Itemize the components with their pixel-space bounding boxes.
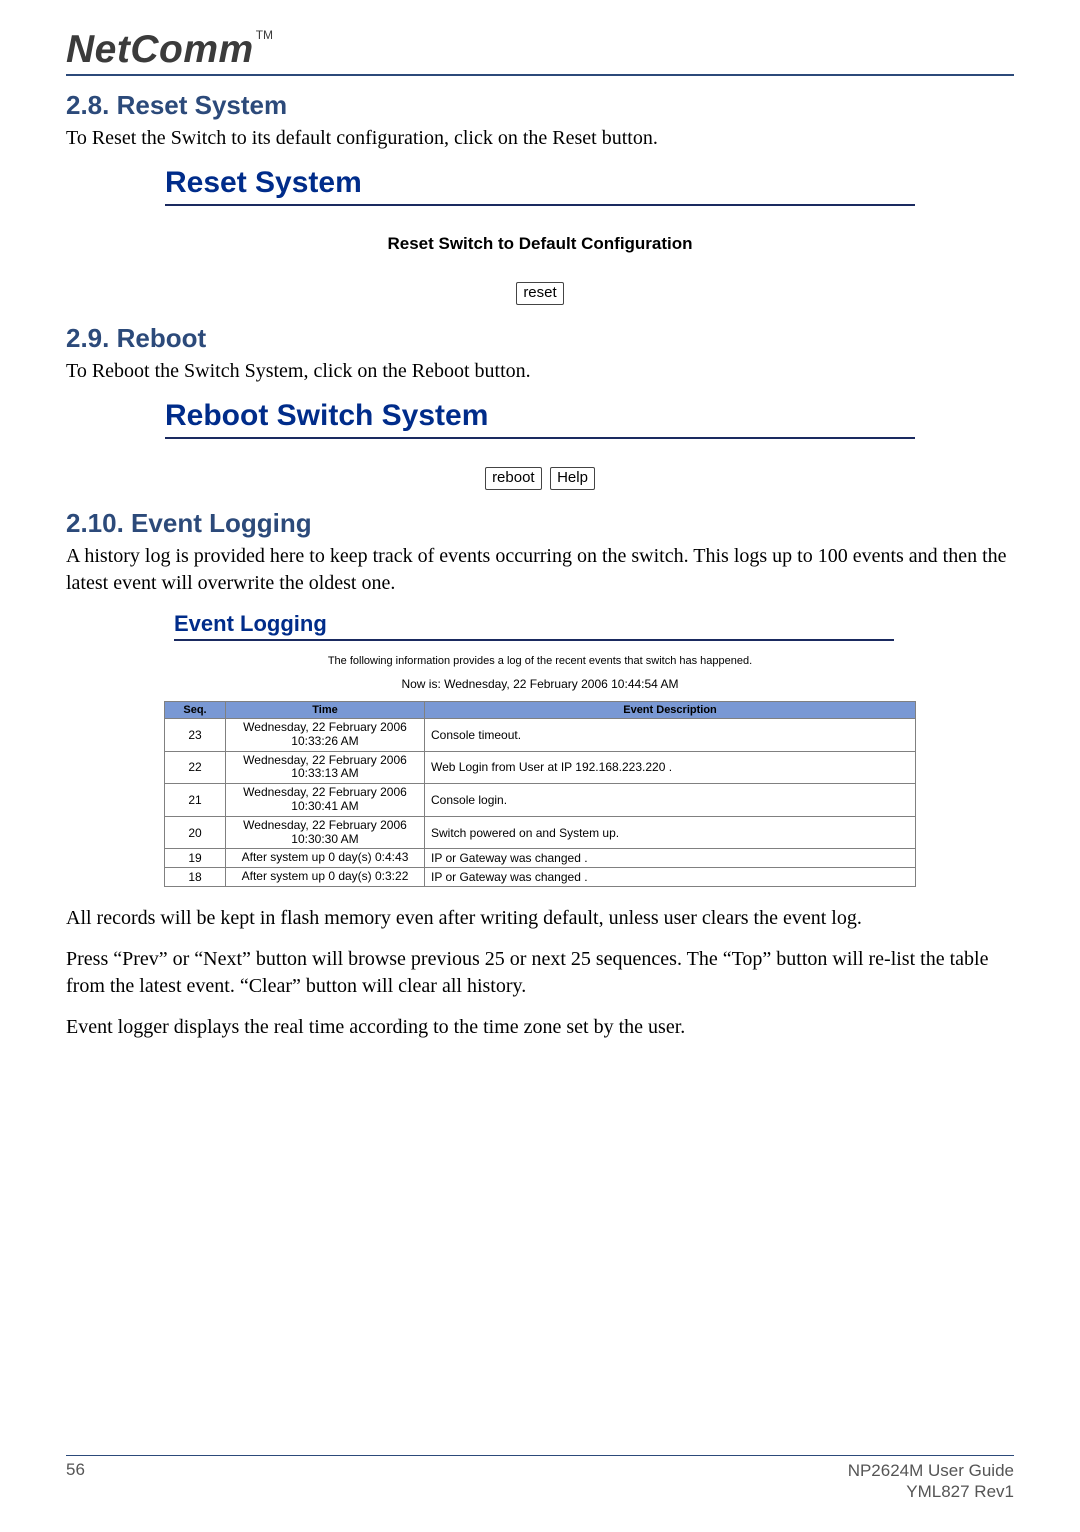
cell-desc: Web Login from User at IP 192.168.223.22… <box>425 751 916 784</box>
reboot-panel-title: Reboot Switch System <box>165 399 915 433</box>
event-log-table: Seq. Time Event Description 23Wednesday,… <box>164 701 916 887</box>
cell-seq: 23 <box>165 719 226 752</box>
footer-revision: YML827 Rev1 <box>848 1481 1014 1502</box>
cell-time: After system up 0 day(s) 0:4:43 <box>226 849 425 868</box>
cell-seq: 22 <box>165 751 226 784</box>
cell-desc: Console login. <box>425 784 916 817</box>
reset-button[interactable]: reset <box>516 282 563 305</box>
brand-tm: TM <box>256 28 273 42</box>
reset-panel-subtitle: Reset Switch to Default Configuration <box>165 234 915 254</box>
heading-reboot: 2.9. Reboot <box>66 323 1014 354</box>
text-event-logging-intro: A history log is provided here to keep t… <box>66 543 1014 597</box>
cell-seq: 18 <box>165 868 226 887</box>
footer-doc-title: NP2624M User Guide <box>848 1460 1014 1481</box>
event-logging-panel: Event Logging The following information … <box>140 611 940 887</box>
table-row: 21Wednesday, 22 February 2006 10:30:41 A… <box>165 784 916 817</box>
heading-event-logging: 2.10. Event Logging <box>66 508 1014 539</box>
text-event-logging-after3: Event logger displays the real time acco… <box>66 1014 1014 1041</box>
cell-desc: IP or Gateway was changed . <box>425 849 916 868</box>
brand-row: NetCommTM <box>66 28 1014 76</box>
cell-time: After system up 0 day(s) 0:3:22 <box>226 868 425 887</box>
table-row: 19After system up 0 day(s) 0:4:43IP or G… <box>165 849 916 868</box>
event-logging-caption: The following information provides a log… <box>140 655 940 667</box>
page-footer: 56 NP2624M User Guide YML827 Rev1 <box>66 1455 1014 1503</box>
text-reboot: To Reboot the Switch System, click on th… <box>66 358 1014 385</box>
cell-seq: 21 <box>165 784 226 817</box>
cell-desc: Switch powered on and System up. <box>425 816 916 849</box>
table-row: 18After system up 0 day(s) 0:3:22IP or G… <box>165 868 916 887</box>
cell-time: Wednesday, 22 February 2006 10:33:13 AM <box>226 751 425 784</box>
reset-panel-underline <box>165 204 915 206</box>
text-event-logging-after1: All records will be kept in flash memory… <box>66 905 1014 932</box>
cell-time: Wednesday, 22 February 2006 10:30:41 AM <box>226 784 425 817</box>
event-logging-now: Now is: Wednesday, 22 February 2006 10:4… <box>140 677 940 691</box>
reboot-panel: Reboot Switch System reboot Help <box>165 399 915 490</box>
reset-panel-title: Reset System <box>165 166 915 200</box>
col-seq: Seq. <box>165 702 226 719</box>
cell-seq: 20 <box>165 816 226 849</box>
cell-desc: IP or Gateway was changed . <box>425 868 916 887</box>
brand-logo: NetComm <box>66 28 254 72</box>
page-number: 56 <box>66 1460 85 1480</box>
heading-reset-system: 2.8. Reset System <box>66 90 1014 121</box>
text-reset-system: To Reset the Switch to its default confi… <box>66 125 1014 152</box>
cell-time: Wednesday, 22 February 2006 10:33:26 AM <box>226 719 425 752</box>
table-row: 20Wednesday, 22 February 2006 10:30:30 A… <box>165 816 916 849</box>
cell-seq: 19 <box>165 849 226 868</box>
cell-time: Wednesday, 22 February 2006 10:30:30 AM <box>226 816 425 849</box>
reset-panel: Reset System Reset Switch to Default Con… <box>165 166 915 305</box>
table-row: 23Wednesday, 22 February 2006 10:33:26 A… <box>165 719 916 752</box>
help-button[interactable]: Help <box>550 467 595 490</box>
col-desc: Event Description <box>425 702 916 719</box>
col-time: Time <box>226 702 425 719</box>
event-logging-panel-title: Event Logging <box>174 611 940 637</box>
cell-desc: Console timeout. <box>425 719 916 752</box>
reboot-panel-underline <box>165 437 915 439</box>
reboot-button[interactable]: reboot <box>485 467 542 490</box>
table-row: 22Wednesday, 22 February 2006 10:33:13 A… <box>165 751 916 784</box>
text-event-logging-after2: Press “Prev” or “Next” button will brows… <box>66 946 1014 1000</box>
event-logging-panel-underline <box>174 639 894 641</box>
